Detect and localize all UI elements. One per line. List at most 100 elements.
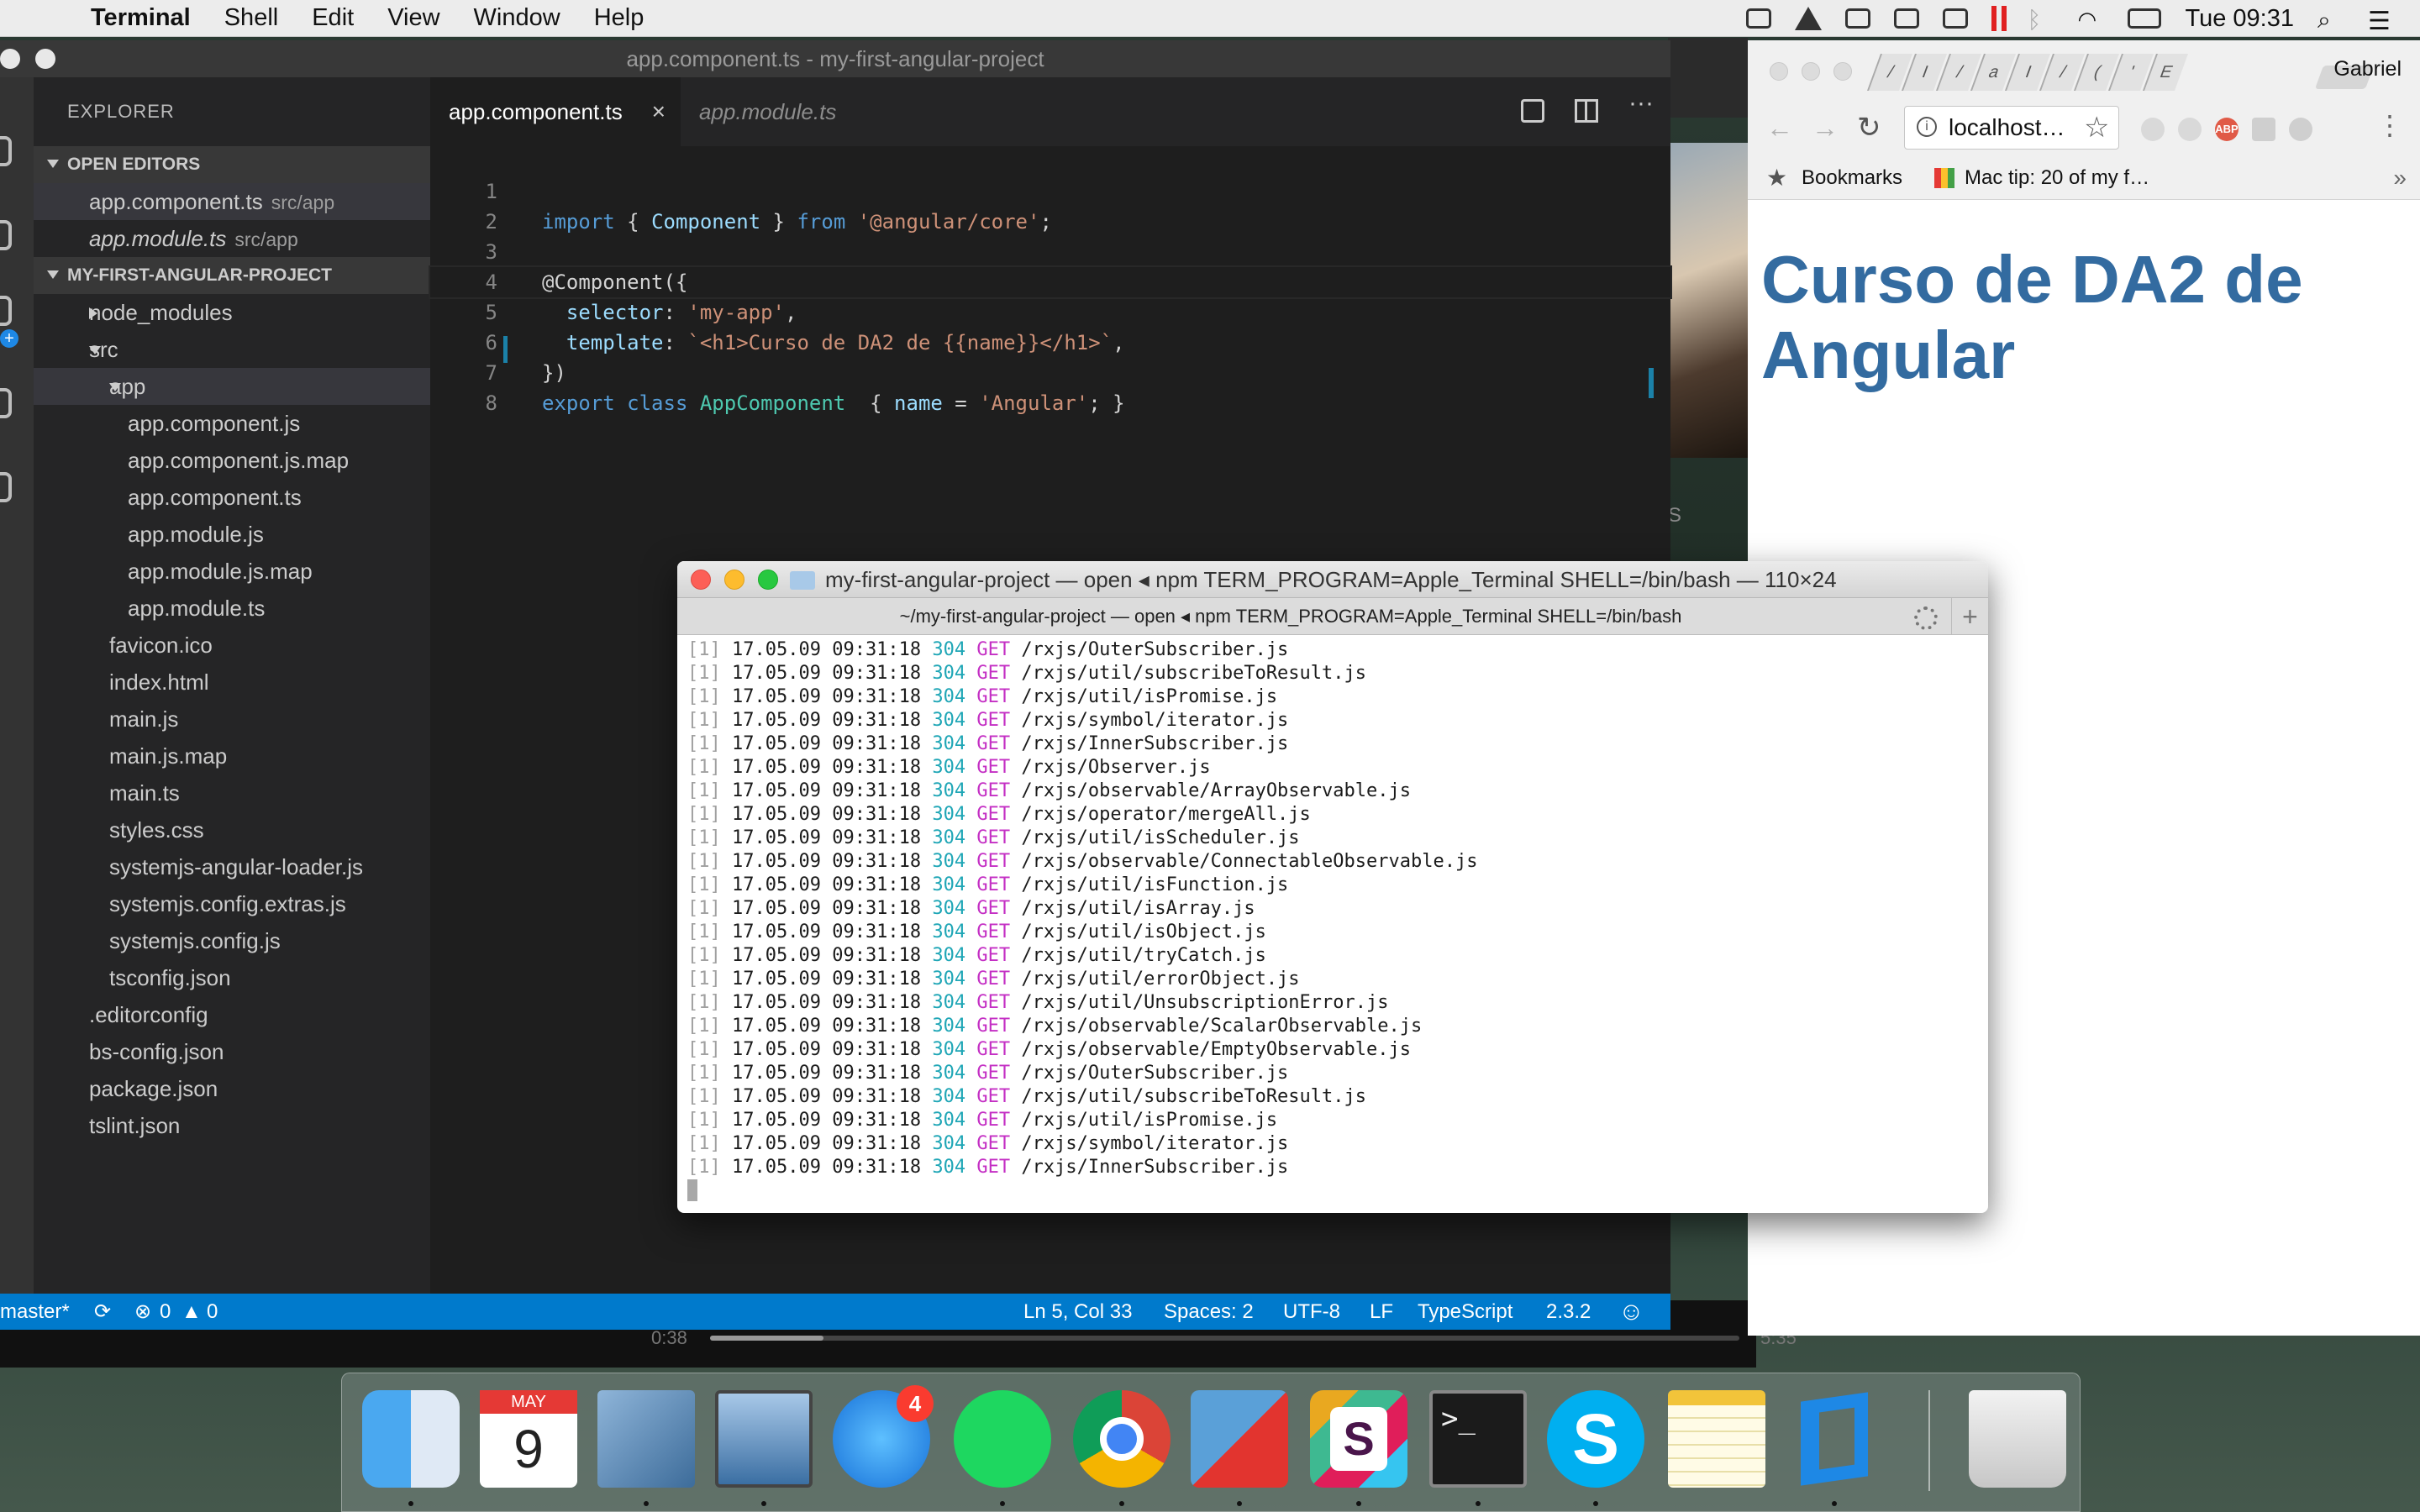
- file-item[interactable]: .editorconfig: [34, 996, 430, 1033]
- list-icon[interactable]: ☰: [2368, 7, 2395, 35]
- file-item[interactable]: app.module.ts: [34, 590, 430, 627]
- pause-icon[interactable]: [1991, 6, 1997, 31]
- back-arrow-icon[interactable]: ←: [1766, 113, 1793, 144]
- tab-app-component[interactable]: app.component.ts ×: [430, 77, 681, 146]
- encoding[interactable]: UTF-8: [1283, 1294, 1340, 1330]
- open-editor-app-module[interactable]: app.module.ts src/app: [34, 220, 430, 257]
- project-header[interactable]: MY-FIRST-ANGULAR-PROJECT: [34, 257, 430, 294]
- video-progress-bar[interactable]: [710, 1336, 1739, 1341]
- indentation[interactable]: Spaces: 2: [1164, 1294, 1254, 1330]
- file-item[interactable]: systemjs-angular-loader.js: [34, 848, 430, 885]
- chrome-icon[interactable]: [1073, 1390, 1171, 1488]
- file-item[interactable]: app.component.js.map: [34, 442, 430, 479]
- end-of-line[interactable]: LF: [1370, 1294, 1393, 1330]
- warning-count[interactable]: 0: [207, 1294, 218, 1330]
- file-item[interactable]: systemjs.config.extras.js: [34, 885, 430, 922]
- vscode-close-button[interactable]: [0, 49, 20, 69]
- cloud-extension-icon[interactable]: [2141, 118, 2165, 141]
- close-button[interactable]: [691, 570, 711, 590]
- finder-icon[interactable]: [362, 1390, 460, 1488]
- menu-view[interactable]: View: [387, 4, 439, 32]
- skype-icon[interactable]: S: [1547, 1390, 1644, 1488]
- preview-icon[interactable]: [597, 1390, 695, 1488]
- trash-icon[interactable]: [1969, 1390, 2066, 1488]
- chrome-minimize-button[interactable]: [1802, 62, 1820, 81]
- cursor-position[interactable]: Ln 5, Col 33: [1023, 1294, 1132, 1330]
- code-editor[interactable]: 1 import { Component } from '@angular/co…: [429, 146, 1672, 415]
- file-item[interactable]: main.ts: [34, 774, 430, 811]
- menu-clock[interactable]: Tue 09:31: [2185, 5, 2294, 33]
- new-tab-button[interactable]: +: [1951, 598, 1988, 635]
- file-item[interactable]: favicon.ico: [34, 627, 430, 664]
- open-changes-icon[interactable]: [1521, 99, 1544, 123]
- forward-arrow-icon[interactable]: →: [1812, 113, 1839, 144]
- sync-icon[interactable]: ⟳: [94, 1294, 111, 1330]
- error-icon[interactable]: ⊗: [134, 1294, 151, 1330]
- tab-app-module[interactable]: app.module.ts: [681, 77, 908, 146]
- extensions-icon[interactable]: [0, 472, 12, 502]
- debug-icon[interactable]: [0, 388, 12, 418]
- split-editor-icon[interactable]: [1575, 99, 1598, 123]
- warning-icon[interactable]: ▲: [182, 1294, 202, 1330]
- wifi-icon[interactable]: ◠: [2077, 7, 2104, 32]
- terminal-tab[interactable]: ~/my-first-angular-project — open ◂ npm …: [677, 598, 1904, 635]
- drive-icon[interactable]: [1795, 7, 1823, 30]
- info-icon[interactable]: i: [1917, 117, 1937, 137]
- copy-icon[interactable]: [1943, 8, 1969, 29]
- vscode-minimize-button[interactable]: [35, 49, 55, 69]
- language-mode[interactable]: TypeScript: [1418, 1294, 1512, 1330]
- battery-icon[interactable]: [2128, 8, 2162, 29]
- folder-src[interactable]: src: [34, 331, 430, 368]
- menu-help[interactable]: Help: [594, 4, 644, 32]
- ghost-extension-icon[interactable]: [2178, 118, 2202, 141]
- menu-app-name[interactable]: Terminal: [91, 4, 191, 32]
- bookmark-item[interactable]: Mac tip: 20 of my f…: [1965, 158, 2149, 198]
- file-item[interactable]: app.component.js: [34, 405, 430, 442]
- system-prefs-icon[interactable]: [715, 1390, 813, 1488]
- source-control-icon[interactable]: [0, 296, 12, 326]
- creative-cloud-icon[interactable]: [1894, 8, 1920, 29]
- git-branch[interactable]: master*: [0, 1294, 70, 1330]
- feedback-smiley-icon[interactable]: ☺: [1618, 1294, 1644, 1330]
- file-item[interactable]: main.js.map: [34, 738, 430, 774]
- search-icon[interactable]: [0, 220, 12, 250]
- file-item[interactable]: styles.css: [34, 811, 430, 848]
- file-item[interactable]: app.module.js.map: [34, 553, 430, 590]
- chrome-maximize-button[interactable]: [1833, 62, 1852, 81]
- spotify-icon[interactable]: [954, 1390, 1051, 1488]
- grid-extension-icon[interactable]: [2252, 118, 2275, 141]
- bug-extension-icon[interactable]: [2289, 118, 2312, 141]
- reload-icon[interactable]: ↻: [1857, 111, 1881, 144]
- folder-app[interactable]: app: [34, 368, 430, 405]
- menu-window[interactable]: Window: [474, 4, 560, 32]
- file-item[interactable]: main.js: [34, 701, 430, 738]
- close-icon[interactable]: ×: [652, 77, 666, 146]
- minimize-button[interactable]: [724, 570, 744, 590]
- slack-icon[interactable]: S: [1310, 1390, 1407, 1488]
- typescript-version[interactable]: 2.3.2: [1546, 1294, 1591, 1330]
- explorer-icon[interactable]: [0, 136, 12, 166]
- terminal-title-bar[interactable]: my-first-angular-project — open ◂ npm TE…: [677, 561, 1988, 598]
- file-item[interactable]: tsconfig.json: [34, 959, 430, 996]
- adblock-icon[interactable]: ABP: [2215, 118, 2238, 141]
- open-editors-header[interactable]: OPEN EDITORS: [34, 146, 430, 183]
- file-item[interactable]: app.component.ts: [34, 479, 430, 516]
- file-item[interactable]: systemjs.config.js: [34, 922, 430, 959]
- dropbox-icon[interactable]: [1746, 8, 1772, 29]
- bluetooth-icon[interactable]: ᛒ: [2027, 7, 2054, 33]
- calendar-icon[interactable]: MAY 9: [480, 1390, 577, 1488]
- bookmarks-label[interactable]: Bookmarks: [1802, 158, 1902, 198]
- vmware-icon[interactable]: [1191, 1390, 1288, 1488]
- vscode-icon[interactable]: [1786, 1390, 1883, 1488]
- file-item[interactable]: app.module.js: [34, 516, 430, 553]
- folder-node-modules[interactable]: node_modules: [34, 294, 430, 331]
- more-bookmarks-chevron[interactable]: »: [2393, 158, 2407, 198]
- maximize-button[interactable]: [758, 570, 778, 590]
- chat-icon[interactable]: [1845, 8, 1871, 29]
- chrome-close-button[interactable]: [1770, 62, 1788, 81]
- error-count[interactable]: 0: [160, 1294, 171, 1330]
- menu-shell[interactable]: Shell: [224, 4, 279, 32]
- file-item[interactable]: package.json: [34, 1070, 430, 1107]
- bookmark-star-icon[interactable]: ☆: [2084, 106, 2109, 150]
- file-item[interactable]: bs-config.json: [34, 1033, 430, 1070]
